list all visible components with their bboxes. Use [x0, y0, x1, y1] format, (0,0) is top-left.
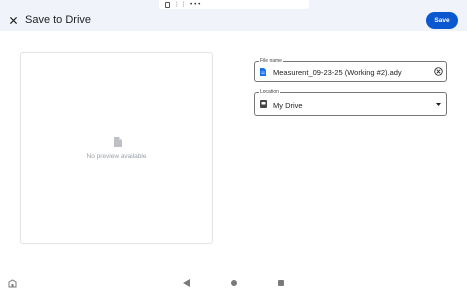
location-label: Location [259, 89, 280, 95]
note-icon [165, 1, 170, 8]
accessibility-icon[interactable] [8, 279, 17, 288]
drive-icon [260, 100, 267, 108]
recents-icon[interactable] [278, 280, 284, 286]
status-pill: ⋮⋮ ••• [159, 0, 309, 9]
document-icon [114, 137, 122, 147]
file-preview-panel: No preview available [20, 52, 213, 244]
back-icon[interactable] [183, 279, 190, 287]
home-icon[interactable] [231, 280, 237, 286]
location-value: My Drive [273, 101, 303, 110]
status-bar: ⋮⋮ ••• [0, 0, 467, 11]
file-name-label: File name [259, 58, 283, 64]
no-preview-message: No preview available [86, 153, 147, 160]
file-name-input[interactable]: Measurent_09-23-25 (Working #2).ady [273, 68, 402, 77]
file-name-field[interactable]: File name Measurent_09-23-25 (Working #2… [254, 58, 447, 82]
close-button[interactable] [8, 15, 18, 25]
page-title: Save to Drive [25, 14, 92, 26]
close-icon [9, 16, 17, 24]
save-button[interactable]: Save [426, 12, 458, 29]
file-icon [260, 68, 266, 76]
clear-circle-icon[interactable] [434, 67, 443, 76]
navigation-bar [0, 276, 467, 290]
location-select[interactable]: Location My Drive [254, 89, 447, 116]
signal-dots-icon: ⋮⋮ ••• [174, 0, 202, 8]
chevron-down-icon[interactable] [436, 103, 441, 107]
